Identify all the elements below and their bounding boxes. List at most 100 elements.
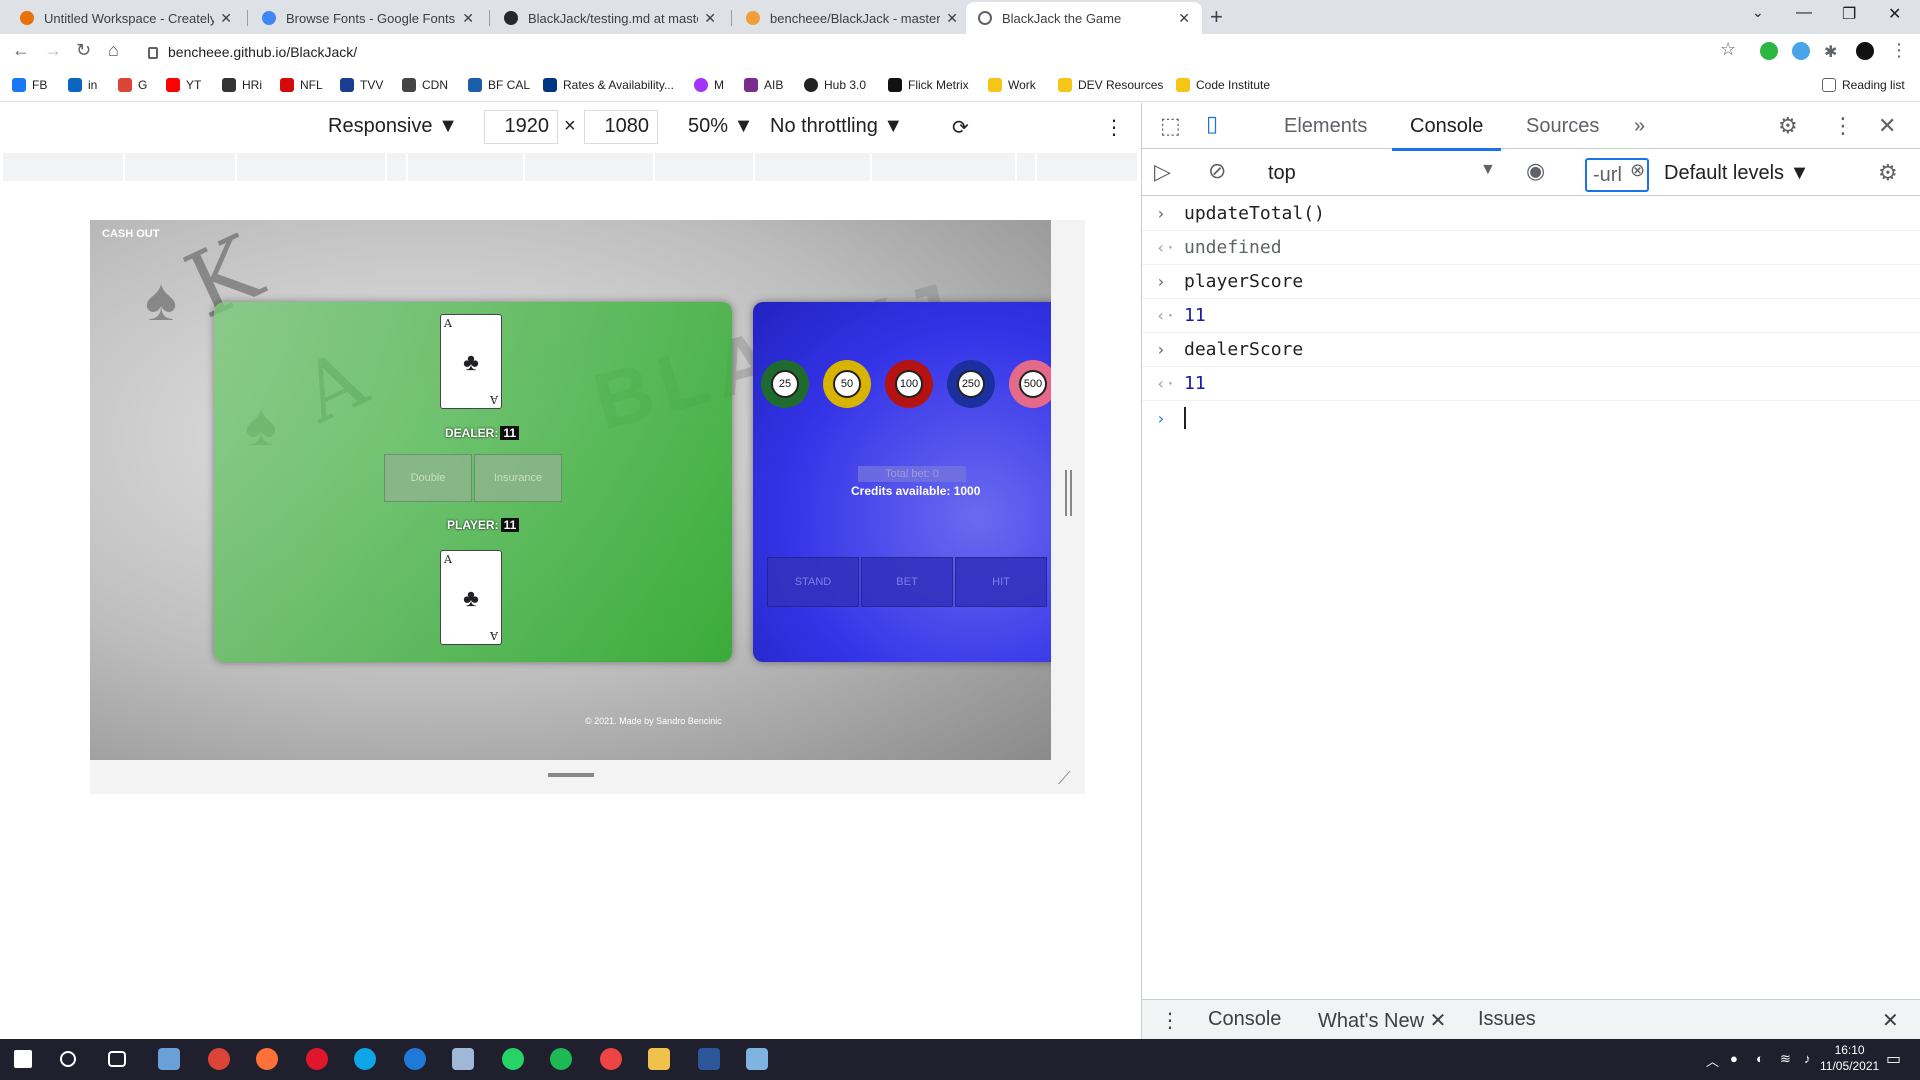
tab-github-testing[interactable]: BlackJack/testing.md at master · ✕ xyxy=(492,2,728,34)
dropdown-arrow-icon[interactable]: ▼ xyxy=(1480,161,1496,179)
close-tab-icon[interactable]: ✕ xyxy=(462,10,474,27)
bookmark-flick-metrix[interactable]: Flick Metrix xyxy=(888,78,969,92)
zoom-select[interactable]: 50% ▼ xyxy=(688,115,753,138)
device-toolbar-menu-icon[interactable]: ⋮ xyxy=(1104,115,1124,140)
bookmark-messenger[interactable]: M xyxy=(694,78,724,92)
bookmark-folder-dev[interactable]: DEV Resources xyxy=(1058,78,1163,92)
chip-25[interactable]: 25 xyxy=(761,360,809,408)
bookmark-cdn[interactable]: CDN xyxy=(402,78,448,92)
new-tab-button[interactable]: + xyxy=(1210,4,1223,30)
insurance-button[interactable]: Insurance xyxy=(474,454,562,502)
tab-console[interactable]: Console xyxy=(1391,115,1502,151)
device-toggle-icon[interactable]: ▯ xyxy=(1206,111,1218,137)
chrome-menu-icon[interactable]: ⋮ xyxy=(1890,40,1908,61)
reading-list-button[interactable]: Reading list xyxy=(1822,78,1905,92)
profile-avatar[interactable] xyxy=(1856,42,1874,60)
tab-sources[interactable]: Sources xyxy=(1526,115,1599,138)
forward-arrow-icon[interactable]: → xyxy=(44,40,62,61)
file-explorer-icon[interactable] xyxy=(648,1048,670,1070)
wifi-icon[interactable]: ≋ xyxy=(1780,1051,1791,1067)
viewport-resize-corner-icon[interactable]: ⟋ xyxy=(1058,768,1080,790)
edge-icon[interactable] xyxy=(354,1048,376,1070)
word-icon[interactable] xyxy=(698,1048,720,1070)
opera-icon[interactable] xyxy=(306,1048,328,1070)
extension-cloud-icon[interactable] xyxy=(1792,42,1810,60)
bookmark-folder-work[interactable]: Work xyxy=(988,78,1036,92)
bookmark-linkedin[interactable]: in xyxy=(68,78,97,92)
more-tabs-chevron-icon[interactable]: » xyxy=(1634,115,1645,138)
tab-blackjack[interactable]: BlackJack the Game ✕ xyxy=(966,2,1202,34)
bookmark-tvv[interactable]: TVV xyxy=(340,78,383,92)
device-mode-select[interactable]: Responsive ▼ xyxy=(328,115,458,138)
drawer-tab-issues[interactable]: Issues xyxy=(1478,1008,1536,1031)
console-settings-gear-icon[interactable]: ⚙ xyxy=(1878,160,1898,186)
tab-google-fonts[interactable]: Browse Fonts - Google Fonts ✕ xyxy=(250,2,486,34)
bookmark-hub[interactable]: Hub 3.0 xyxy=(804,78,866,92)
windows-start-icon[interactable] xyxy=(14,1050,32,1068)
throttling-select[interactable]: No throttling ▼ xyxy=(770,115,903,138)
internet-explorer-icon[interactable] xyxy=(404,1048,426,1070)
close-window-button[interactable]: ✕ xyxy=(1888,4,1901,24)
reload-icon[interactable]: ↻ xyxy=(76,40,91,61)
firefox-icon[interactable] xyxy=(256,1048,278,1070)
snipping-tool-icon[interactable] xyxy=(746,1048,768,1070)
close-devtools-icon[interactable]: ✕ xyxy=(1878,113,1896,139)
minimize-button[interactable]: — xyxy=(1796,4,1812,22)
volume-icon[interactable]: ♪ xyxy=(1804,1051,1811,1066)
bookmark-google[interactable]: G xyxy=(118,78,147,92)
drawer-tab-console[interactable]: Console xyxy=(1208,1008,1281,1031)
search-icon[interactable] xyxy=(60,1051,76,1067)
close-drawer-tab-icon[interactable]: ✕ xyxy=(1430,1010,1447,1032)
tray-weather-icon[interactable]: ◐ xyxy=(1756,1051,1764,1066)
tray-app-icon[interactable]: ● xyxy=(1730,1051,1738,1066)
tab-gitpod[interactable]: bencheee/BlackJack - master ✕ xyxy=(734,2,970,34)
bookmark-hri[interactable]: HRi xyxy=(222,78,262,92)
viewport-resize-handle-right[interactable] xyxy=(1065,470,1072,516)
bookmark-youtube[interactable]: YT xyxy=(166,78,201,92)
tab-elements[interactable]: Elements xyxy=(1284,115,1367,138)
live-expression-eye-icon[interactable]: ◉ xyxy=(1526,158,1545,184)
hit-button[interactable]: HIT xyxy=(955,557,1047,607)
bet-button[interactable]: BET xyxy=(861,557,953,607)
chip-250[interactable]: 250 xyxy=(947,360,995,408)
notepad-icon[interactable] xyxy=(452,1048,474,1070)
extension-green-icon[interactable] xyxy=(1760,42,1778,60)
chrome-icon[interactable] xyxy=(208,1048,230,1070)
tray-chevron-icon[interactable]: ︿ xyxy=(1706,1051,1719,1070)
close-tab-icon[interactable]: ✕ xyxy=(704,10,716,27)
console-prompt[interactable]: › xyxy=(1142,401,1920,435)
notifications-icon[interactable]: ▭ xyxy=(1886,1049,1901,1069)
bookmark-bf-cal[interactable]: BF CAL xyxy=(468,78,530,92)
bookmark-star-icon[interactable]: ☆ xyxy=(1720,39,1736,60)
viewport-height-input[interactable]: 1080 xyxy=(584,110,658,144)
double-button[interactable]: Double xyxy=(384,454,472,502)
tab-creately[interactable]: Untitled Workspace - Creately ✕ xyxy=(8,2,244,34)
spotify-icon[interactable] xyxy=(550,1048,572,1070)
chip-50[interactable]: 50 xyxy=(823,360,871,408)
chip-100[interactable]: 100 xyxy=(885,360,933,408)
bookmark-nfl[interactable]: NFL xyxy=(280,78,323,92)
devtools-menu-icon[interactable]: ⋮ xyxy=(1832,113,1854,139)
bookmark-fb[interactable]: FB xyxy=(12,78,47,92)
viewport-width-input[interactable]: 1920 xyxy=(484,110,558,144)
context-select[interactable]: top xyxy=(1268,162,1296,185)
tab-search-icon[interactable]: ⌄ xyxy=(1752,4,1764,21)
settings-gear-icon[interactable]: ⚙ xyxy=(1778,113,1798,139)
whatsapp-icon[interactable] xyxy=(502,1048,524,1070)
back-arrow-icon[interactable]: ← xyxy=(12,40,30,61)
drawer-tab-whats-new[interactable]: What's New ✕ xyxy=(1307,1008,1457,1042)
cash-out-button[interactable]: CASH OUT xyxy=(102,228,159,240)
bookmark-folder-ci[interactable]: Code Institute xyxy=(1176,78,1270,92)
chip-500[interactable]: 500 xyxy=(1009,360,1051,408)
close-tab-icon[interactable]: ✕ xyxy=(1178,10,1190,27)
viewport-resize-handle-bottom[interactable] xyxy=(548,773,594,777)
restore-button[interactable]: ❐ xyxy=(1842,4,1856,24)
task-view-icon[interactable] xyxy=(108,1051,126,1067)
stand-button[interactable]: STAND xyxy=(767,557,859,607)
home-icon[interactable]: ⌂ xyxy=(108,40,119,61)
log-levels-select[interactable]: Default levels ▼ xyxy=(1664,162,1809,185)
close-tab-icon[interactable]: ✕ xyxy=(946,10,958,27)
console-sidebar-icon[interactable]: ▷ xyxy=(1154,159,1171,185)
inspect-element-icon[interactable]: ⬚ xyxy=(1160,113,1181,139)
mail-icon[interactable] xyxy=(158,1048,180,1070)
